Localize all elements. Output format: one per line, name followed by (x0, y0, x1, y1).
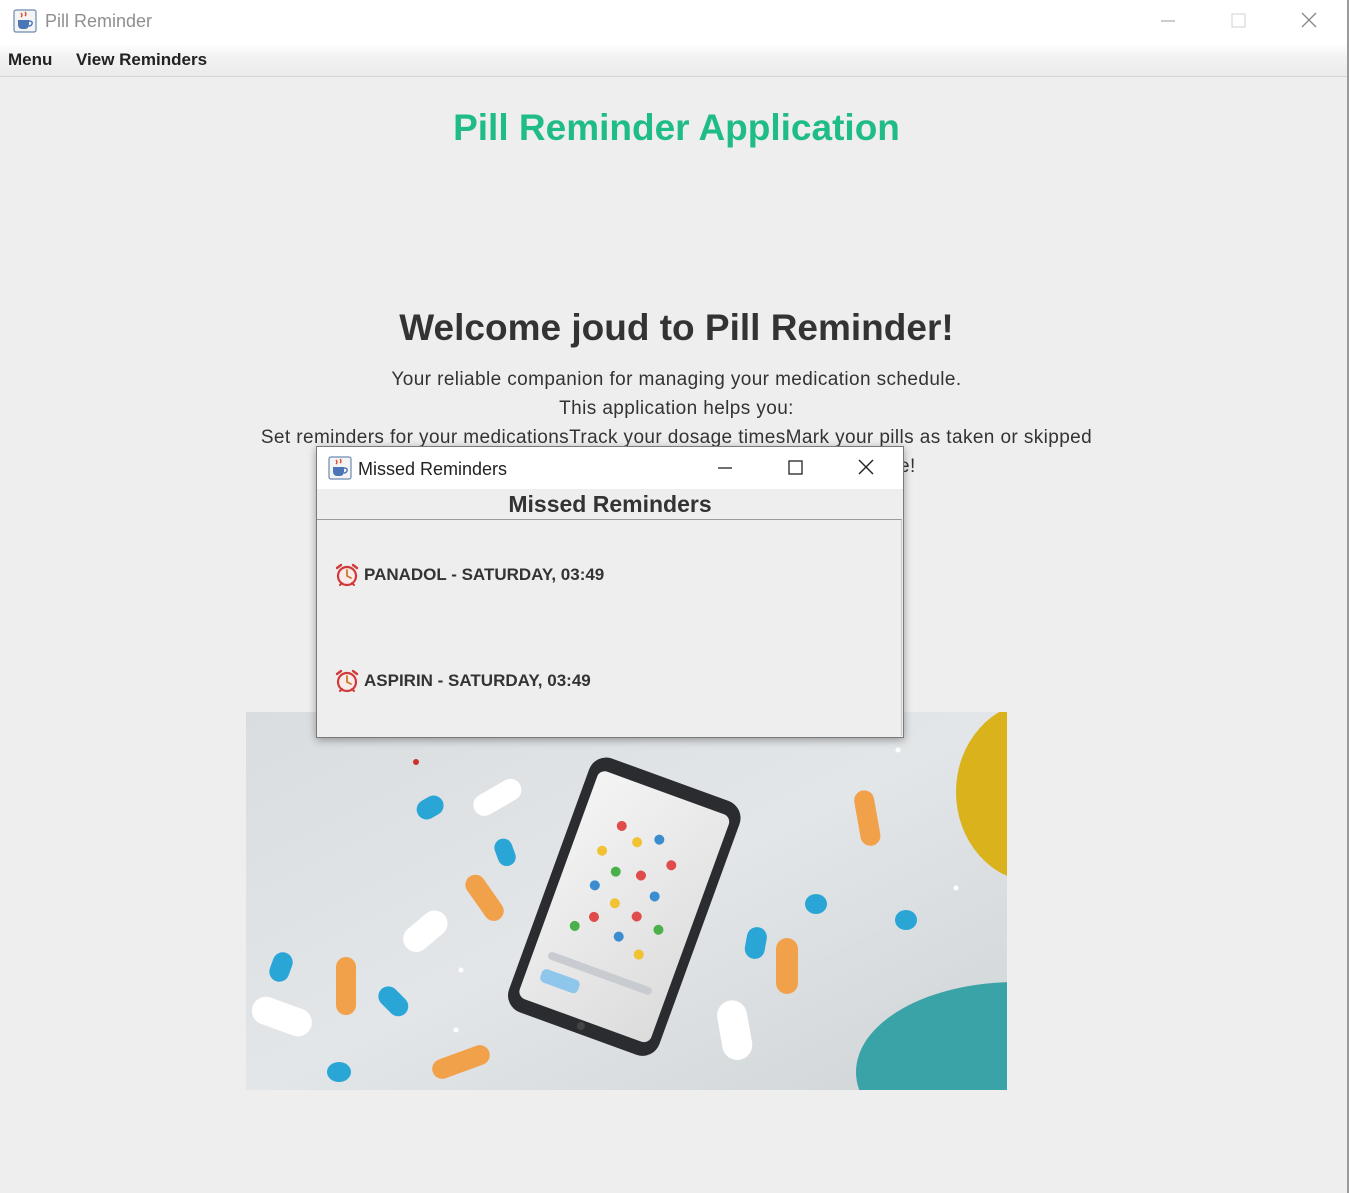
minimize-icon (718, 467, 732, 469)
welcome-heading: Welcome joud to Pill Reminder! (399, 307, 954, 348)
description-line-2: This application helps you: (559, 398, 794, 419)
phone-and-pills-photo (246, 712, 1007, 1090)
close-button[interactable] (1292, 6, 1326, 36)
window-title: Pill Reminder (45, 11, 153, 31)
dialog-maximize-button[interactable] (778, 453, 812, 483)
reminder-list: PANADOL - SATURDAY, 03:49 ASPIRIN - SATU… (317, 519, 902, 736)
reminder-text: PANADOL - SATURDAY, 03:49 (364, 565, 605, 584)
maximize-button[interactable] (1221, 6, 1255, 36)
main-window: Pill Reminder Menu View Reminders Pill R… (0, 0, 1349, 1193)
dialog-title: Missed Reminders (358, 459, 508, 479)
list-item: PANADOL - SATURDAY, 03:49 (333, 559, 604, 591)
alarm-clock-icon (335, 669, 359, 693)
dialog-heading: Missed Reminders (508, 491, 712, 517)
maximize-icon (788, 460, 803, 475)
app-heading: Pill Reminder Application (453, 107, 900, 148)
title-bar: Pill Reminder (0, 0, 1347, 44)
list-item: ASPIRIN - SATURDAY, 03:49 (333, 665, 591, 697)
missed-reminders-dialog: Missed Reminders Missed Reminders PANADO… (316, 446, 904, 738)
java-cup-icon (13, 9, 37, 33)
alarm-clock-icon (335, 563, 359, 587)
close-icon (1301, 12, 1317, 28)
dialog-title-bar: Missed Reminders (317, 447, 903, 489)
minimize-button[interactable] (1151, 6, 1185, 36)
dialog-close-button[interactable] (849, 453, 883, 483)
menu-view-reminders[interactable]: View Reminders (76, 50, 207, 70)
menu-menu[interactable]: Menu (8, 50, 52, 70)
minimize-icon (1161, 20, 1175, 22)
reminder-text: ASPIRIN - SATURDAY, 03:49 (364, 671, 591, 690)
description-line-1: Your reliable companion for managing you… (391, 369, 962, 390)
close-icon (858, 459, 874, 475)
dialog-minimize-button[interactable] (708, 453, 742, 483)
menu-bar: Menu View Reminders (0, 44, 1347, 77)
maximize-icon (1231, 13, 1246, 28)
java-cup-icon (328, 456, 352, 480)
